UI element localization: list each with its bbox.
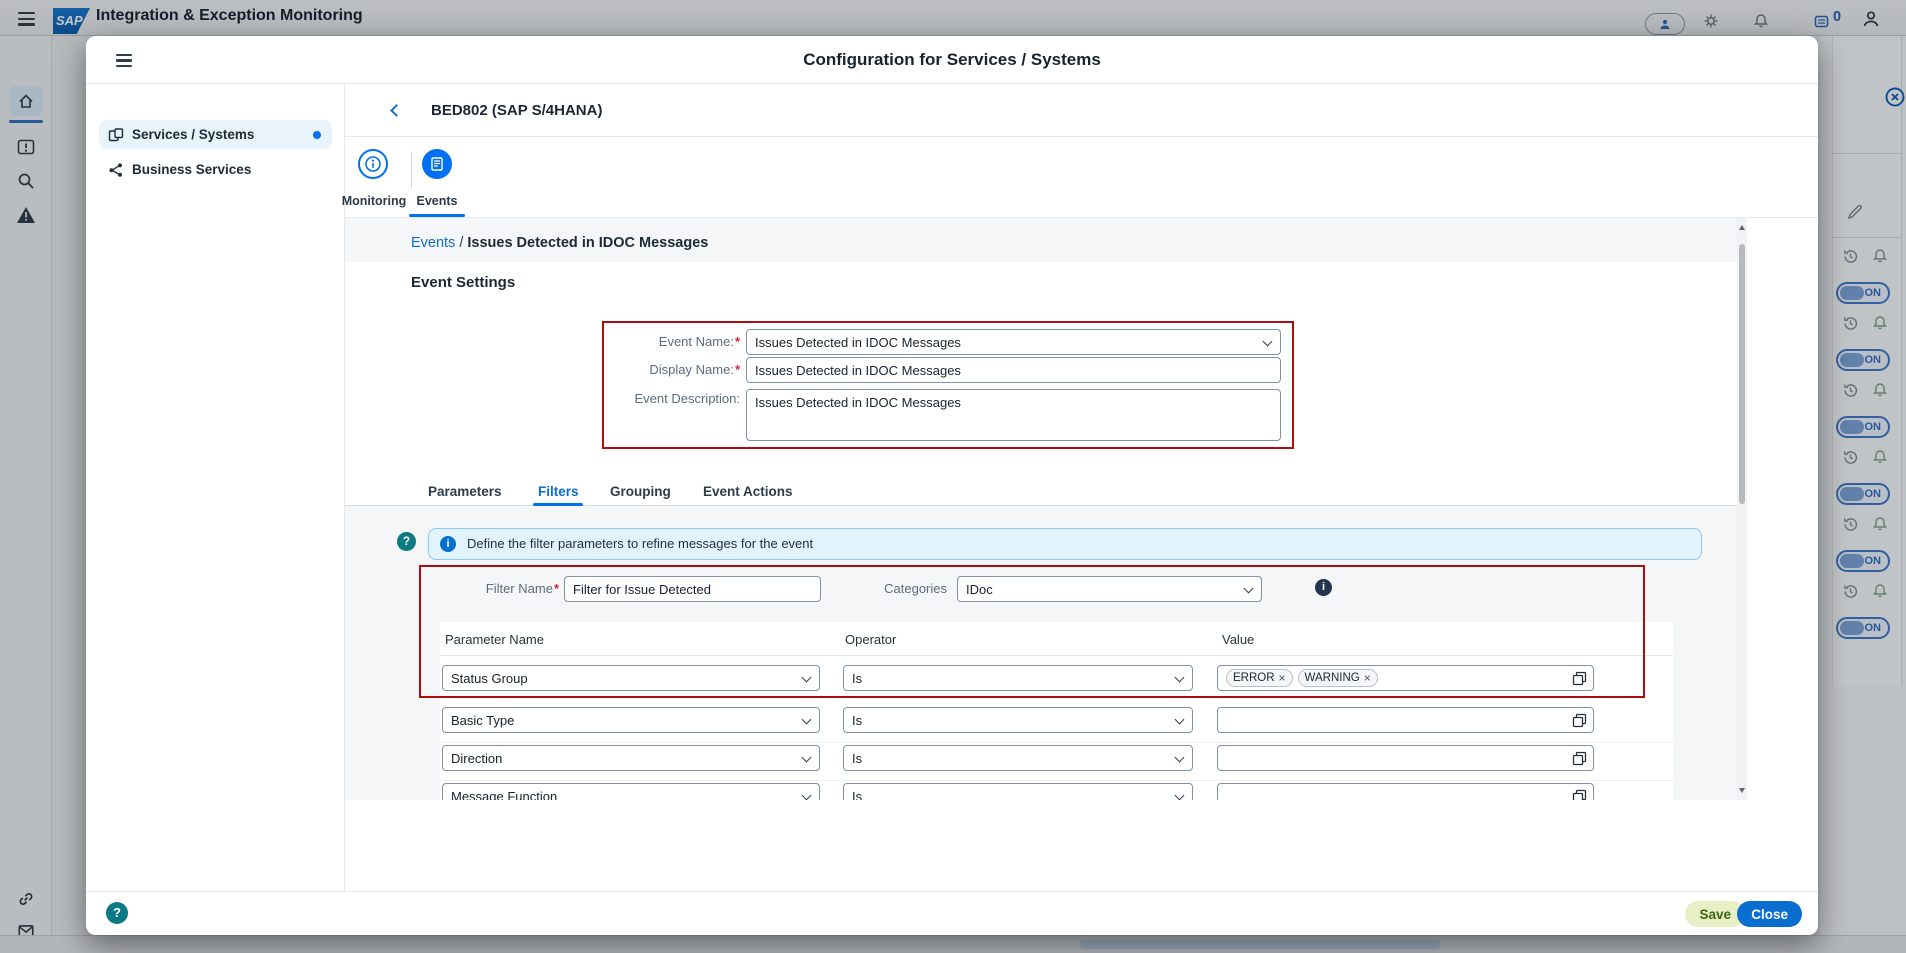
chevron-down-icon	[1263, 337, 1273, 347]
tab-divider	[411, 151, 412, 189]
object-header: BED802 (SAP S/4HANA)	[345, 84, 1818, 137]
dialog-main: BED802 (SAP S/4HANA) Monitoring Events E…	[345, 84, 1818, 891]
scroll-up-arrow[interactable]	[1739, 225, 1745, 230]
dialog-header: Configuration for Services / Systems	[86, 36, 1818, 84]
scroll-down-arrow[interactable]	[1739, 788, 1745, 793]
categories-label: Categories	[845, 576, 947, 602]
filter-name-label: Filter Name*	[449, 576, 559, 602]
systems-icon	[108, 127, 124, 143]
parameter-select[interactable]: Direction	[442, 745, 820, 771]
dialog-title: Configuration for Services / Systems	[86, 36, 1818, 84]
column-header-parameter: Parameter Name	[445, 632, 544, 647]
sidebar-item-services-systems[interactable]: Services / Systems	[99, 120, 332, 149]
tab-grouping[interactable]: Grouping	[610, 484, 671, 499]
save-button[interactable]: Save	[1685, 901, 1745, 927]
info-icon: i	[440, 536, 456, 552]
filter-info-button[interactable]: i	[1315, 579, 1332, 596]
tab-parameters[interactable]: Parameters	[428, 484, 502, 499]
parameter-select[interactable]: Message Function	[442, 783, 820, 800]
sidebar-item-label: Services / Systems	[132, 127, 254, 142]
chevron-down-icon	[1175, 791, 1185, 800]
system-title: BED802 (SAP S/4HANA)	[431, 84, 602, 137]
column-header-operator: Operator	[845, 632, 896, 647]
active-icon-tab-underline	[409, 214, 465, 217]
tab-monitoring-label[interactable]: Monitoring	[338, 194, 410, 208]
configuration-dialog: Configuration for Services / Systems Ser…	[86, 36, 1818, 935]
token-remove-icon[interactable]: ×	[1279, 671, 1286, 685]
value-help-icon[interactable]	[1572, 751, 1587, 769]
screen: SAP Integration & Exception Monitoring 0	[0, 0, 1906, 953]
back-button[interactable]	[392, 106, 401, 115]
operator-select[interactable]: Is	[843, 745, 1193, 771]
tab-events-label[interactable]: Events	[411, 194, 463, 208]
sidebar-item-business-services[interactable]: Business Services	[99, 155, 332, 184]
help-button[interactable]: ?	[397, 532, 416, 551]
parameter-select[interactable]: Status Group	[442, 665, 820, 691]
events-content: Events/Issues Detected in IDOC Messages …	[345, 218, 1747, 800]
event-name-select[interactable]: Issues Detected in IDOC Messages	[746, 329, 1281, 355]
event-description-textarea[interactable]: Issues Detected in IDOC Messages	[746, 389, 1281, 441]
breadcrumb-events-link[interactable]: Events	[411, 235, 455, 251]
dialog-footer: ? Save Close	[86, 891, 1818, 935]
event-description-label: Event Description:	[607, 391, 740, 407]
chevron-down-icon	[802, 753, 812, 763]
scrollbar-thumb[interactable]	[1739, 244, 1745, 504]
column-header-value: Value	[1222, 632, 1254, 647]
icon-tab-bar: Monitoring Events	[345, 137, 1818, 218]
events-doc-icon	[429, 156, 445, 172]
value-input[interactable]	[1217, 783, 1594, 800]
footer-help-button[interactable]: ?	[106, 902, 128, 924]
value-token: ERROR×	[1226, 669, 1293, 687]
display-name-label: Display Name:*	[607, 357, 740, 383]
token-remove-icon[interactable]: ×	[1364, 671, 1371, 685]
tab-events[interactable]	[422, 149, 452, 179]
event-settings-panel: Event Settings Event Name:* Issues Detec…	[345, 262, 1747, 506]
close-button[interactable]: Close	[1737, 901, 1802, 927]
sidebar-item-label: Business Services	[132, 162, 251, 177]
breadcrumb-current: Issues Detected in IDOC Messages	[467, 235, 708, 251]
operator-select[interactable]: Is	[843, 665, 1193, 691]
info-circle-icon	[364, 155, 382, 173]
operator-select[interactable]: Is	[843, 783, 1193, 800]
chevron-down-icon	[1244, 584, 1254, 594]
info-banner-text: Define the filter parameters to refine m…	[467, 529, 813, 559]
chevron-down-icon	[1175, 673, 1185, 683]
chevron-down-icon	[1175, 715, 1185, 725]
breadcrumb-separator: /	[459, 235, 463, 251]
value-help-icon[interactable]	[1572, 789, 1587, 800]
section-title: Event Settings	[411, 274, 515, 291]
parameter-select[interactable]: Basic Type	[442, 707, 820, 733]
display-name-input[interactable]: Issues Detected in IDOC Messages	[746, 357, 1281, 383]
filter-name-input[interactable]: Filter for Issue Detected	[564, 576, 821, 602]
chevron-down-icon	[802, 791, 812, 800]
info-banner: i Define the filter parameters to refine…	[428, 528, 1702, 560]
chevron-down-icon	[802, 715, 812, 725]
dialog-sidebar: Services / Systems Business Services	[86, 84, 345, 891]
filter-parameters-table: Parameter Name Operator Value Status Gro…	[440, 622, 1673, 800]
event-name-label: Event Name:*	[607, 329, 740, 355]
tab-event-actions[interactable]: Event Actions	[703, 484, 793, 499]
selected-dot	[313, 131, 321, 139]
value-input[interactable]: ERROR× WARNING×	[1217, 665, 1594, 691]
operator-select[interactable]: Is	[843, 707, 1193, 733]
tab-filters[interactable]: Filters	[538, 484, 579, 499]
value-input[interactable]	[1217, 707, 1594, 733]
tab-monitoring[interactable]	[358, 149, 388, 179]
categories-select[interactable]: IDoc	[957, 576, 1262, 602]
chevron-down-icon	[802, 673, 812, 683]
share-icon	[108, 162, 124, 178]
scrollbar	[1737, 218, 1747, 800]
breadcrumb: Events/Issues Detected in IDOC Messages	[411, 235, 708, 251]
value-input[interactable]	[1217, 745, 1594, 771]
value-help-icon[interactable]	[1572, 671, 1587, 689]
active-tab-underline	[533, 503, 583, 506]
value-token: WARNING×	[1298, 669, 1378, 687]
chevron-down-icon	[1175, 753, 1185, 763]
value-help-icon[interactable]	[1572, 713, 1587, 731]
